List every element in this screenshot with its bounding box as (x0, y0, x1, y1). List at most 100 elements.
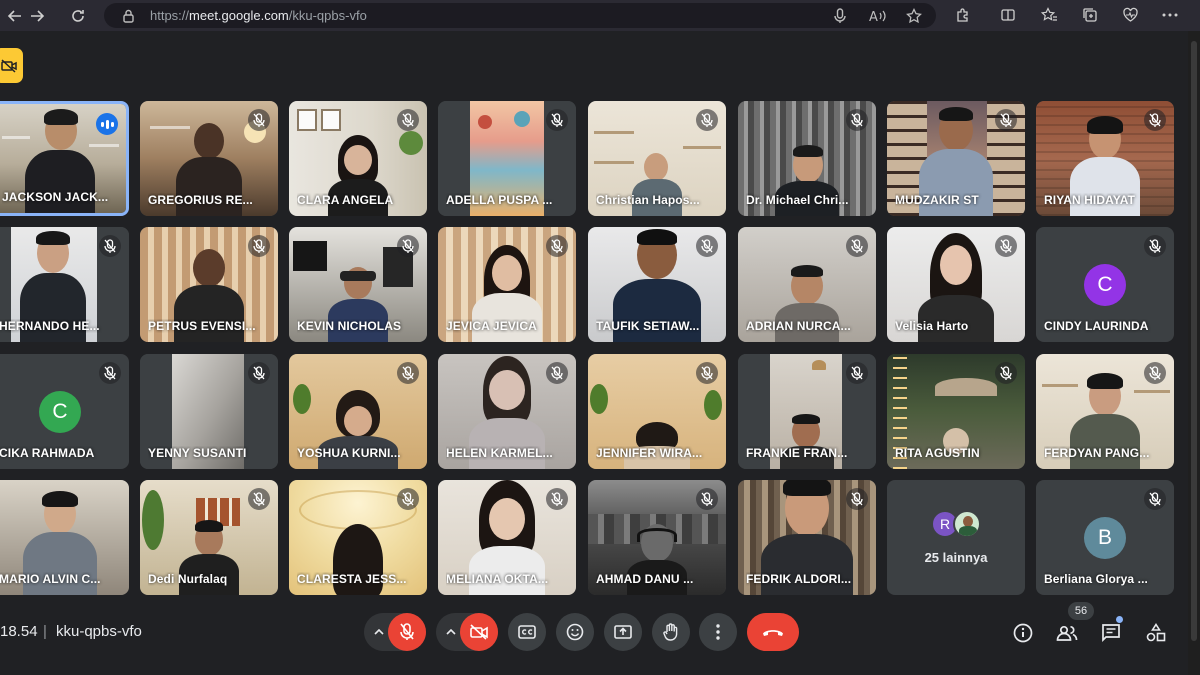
emoji-icon (566, 623, 584, 641)
url-prefix: https:// (150, 8, 190, 23)
participant-tile[interactable]: ADELLA PUSPA ... (438, 101, 576, 216)
raise-hand-button[interactable] (652, 613, 690, 651)
participant-tile[interactable]: JENNIFER WIRA... (588, 354, 726, 469)
scroll-thumb[interactable] (1191, 41, 1197, 641)
video-options-chevron-icon[interactable] (441, 622, 461, 642)
participant-tile[interactable]: C CIKA RAHMADA (0, 354, 129, 469)
participant-name: FERDYAN PANG... (1044, 446, 1150, 460)
participant-name: AHMAD DANU ... (596, 572, 694, 586)
participant-tile[interactable]: YOSHUA KURNI... (289, 354, 427, 469)
participant-tile[interactable]: Velisia Harto (887, 227, 1025, 342)
participant-tile[interactable]: KEVIN NICHOLAS (289, 227, 427, 342)
participant-tile[interactable]: AHMAD DANU ... (588, 480, 726, 595)
participant-tile[interactable]: Dedi Nurfalaq (140, 480, 278, 595)
favorites-icon[interactable] (1038, 4, 1060, 26)
mic-muted-icon (696, 235, 718, 257)
audio-options-chevron-icon[interactable] (369, 622, 389, 642)
address-bar[interactable]: https://meet.google.com/kku-qpbs-vfo A (104, 3, 936, 28)
raise-hand-icon (663, 623, 678, 641)
participant-tile[interactable]: HELEN KARMEL... (438, 354, 576, 469)
participant-name: HELEN KARMEL... (446, 446, 553, 460)
mic-muted-icon (696, 488, 718, 510)
participant-tile[interactable]: FRANKIE FRAN... (738, 354, 876, 469)
participant-name: ADELLA PUSPA ... (446, 193, 553, 207)
participant-tile[interactable]: ADRIAN NURCA... (738, 227, 876, 342)
participant-tile[interactable]: Dr. Michael Chri... (738, 101, 876, 216)
camera-off-notice-icon[interactable] (0, 48, 23, 83)
page-scrollbar[interactable] (1188, 31, 1200, 675)
leave-call-button[interactable] (747, 613, 799, 651)
participant-name: KEVIN NICHOLAS (297, 319, 402, 333)
participant-name: FEDRIK ALDORI... (746, 572, 852, 586)
participant-tile[interactable]: FEDRIK ALDORI... (738, 480, 876, 595)
participant-name: JENNIFER WIRA... (596, 446, 703, 460)
chat-notification-dot (1116, 616, 1123, 623)
participant-tile[interactable]: B Berliana Glorya ... (1036, 480, 1174, 595)
participant-tile[interactable]: HERNANDO HE... (0, 227, 129, 342)
participant-tile[interactable]: MUDZAKIR ST (887, 101, 1025, 216)
participant-tile[interactable]: RIYAN HIDAYAT (1036, 101, 1174, 216)
participant-name: TAUFIK SETIAW... (596, 319, 700, 333)
participant-tile[interactable]: JACKSON JACK... (0, 101, 129, 216)
participant-tile[interactable]: MARIO ALVIN C... (0, 480, 129, 595)
present-screen-icon (614, 625, 632, 639)
meeting-details-button[interactable] (1010, 620, 1036, 646)
mic-muted-icon (1144, 109, 1166, 131)
present-screen-button[interactable] (604, 613, 642, 651)
read-aloud-icon[interactable]: A (868, 6, 888, 26)
captions-button[interactable] (508, 613, 546, 651)
lock-icon[interactable] (118, 6, 138, 26)
participant-name: Velisia Harto (895, 319, 969, 333)
more-participants-label: 25 lainnya (924, 550, 988, 565)
participant-tile[interactable]: PETRUS EVENSI... (140, 227, 278, 342)
mic-muted-icon (1144, 362, 1166, 384)
chat-button[interactable] (1098, 620, 1124, 646)
meeting-code: kku-qpbs-vfo (56, 623, 142, 640)
participant-name: Christian Hapos... (596, 193, 700, 207)
participant-tile[interactable]: CLARA ANGELA (289, 101, 427, 216)
participant-tile[interactable]: TAUFIK SETIAW... (588, 227, 726, 342)
participant-name: MARIO ALVIN C... (0, 572, 101, 586)
reload-icon[interactable] (65, 3, 91, 29)
activities-button[interactable] (1143, 620, 1169, 646)
reactions-button[interactable] (556, 613, 594, 651)
participant-tile[interactable]: Christian Hapos... (588, 101, 726, 216)
mic-muted-icon (99, 235, 121, 257)
people-button[interactable] (1054, 620, 1080, 646)
url-text[interactable]: https://meet.google.com/kku-qpbs-vfo (150, 8, 367, 23)
info-icon (1013, 623, 1033, 643)
participant-tile[interactable]: JEVICA JEVICA (438, 227, 576, 342)
participant-name: CIKA RAHMADA (0, 446, 95, 460)
participant-name: MELIANA OKTA... (446, 572, 549, 586)
more-participants-tile[interactable]: R 25 lainnya (887, 480, 1025, 595)
more-menu-icon[interactable] (1159, 4, 1181, 26)
participant-avatar: B (1084, 517, 1126, 559)
participant-tile[interactable]: RITA AGUSTIN (887, 354, 1025, 469)
extensions-icon[interactable] (952, 4, 974, 26)
participant-tile[interactable]: YENNY SUSANTI (140, 354, 278, 469)
forward-arrow-icon[interactable] (24, 3, 50, 29)
mic-muted-icon (397, 488, 419, 510)
more-participants-avatars: R (931, 510, 987, 540)
participant-tile[interactable]: MELIANA OKTA... (438, 480, 576, 595)
camera-toggle-button[interactable] (460, 613, 498, 651)
microphone-toggle-button[interactable] (388, 613, 426, 651)
participant-tile[interactable]: GREGORIUS RE... (140, 101, 278, 216)
collections-icon[interactable] (1079, 4, 1101, 26)
participant-tile[interactable]: C CINDY LAURINDA (1036, 227, 1174, 342)
browser-essentials-icon[interactable] (1119, 4, 1141, 26)
mic-muted-icon (397, 235, 419, 257)
split-screen-icon[interactable] (997, 4, 1019, 26)
favorite-star-icon[interactable] (904, 6, 924, 26)
participant-name: Dedi Nurfalaq (148, 572, 228, 586)
participant-tile[interactable]: CLARESTA JESS... (289, 480, 427, 595)
participant-name: CLARESTA JESS... (297, 572, 407, 586)
more-participant-photo-avatar (953, 510, 981, 538)
more-options-button[interactable] (699, 613, 737, 651)
mic-muted-icon (696, 109, 718, 131)
url-path: /kku-qpbs-vfo (288, 8, 367, 23)
mic-muted-icon (248, 488, 270, 510)
microphone-icon[interactable] (830, 6, 850, 26)
meeting-separator: | (43, 623, 47, 640)
participant-tile[interactable]: FERDYAN PANG... (1036, 354, 1174, 469)
